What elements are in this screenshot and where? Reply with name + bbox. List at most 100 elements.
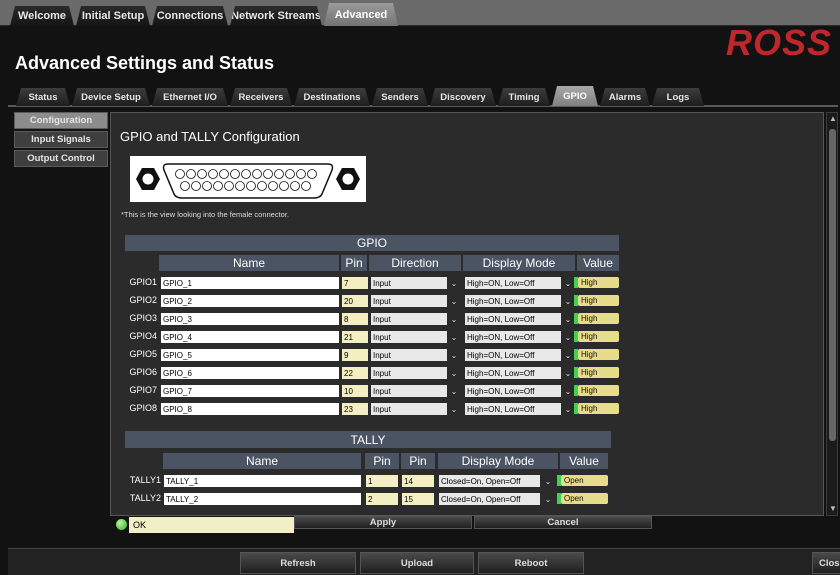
tally-pin-2-field: 14 xyxy=(402,475,434,487)
chevron-down-icon[interactable]: ⌄ xyxy=(564,349,572,361)
gpio-row-label: GPIO5 xyxy=(129,349,157,359)
gpio-row-label: GPIO3 xyxy=(129,313,157,323)
tab-ethernet-io[interactable]: Ethernet I/O xyxy=(152,88,228,106)
tally-pin-1-field: 2 xyxy=(366,493,398,505)
gpio-row-label: GPIO6 xyxy=(129,367,157,377)
chevron-down-icon[interactable]: ⌄ xyxy=(450,313,458,325)
ross-logo: ROSS xyxy=(725,22,832,63)
gpio-direction-select[interactable]: Input xyxy=(371,349,447,361)
gpio-value-badge: High xyxy=(578,331,619,342)
gpio-display-mode-select[interactable]: High=ON, Low=Off xyxy=(465,403,561,415)
gpio-row-label: GPIO7 xyxy=(129,385,157,395)
gpio-title-bar: GPIO xyxy=(125,235,619,251)
gpio-name-input[interactable]: GPIO_2 xyxy=(161,295,339,307)
gpio-direction-select[interactable]: Input xyxy=(371,295,447,307)
chevron-down-icon[interactable]: ⌄ xyxy=(564,385,572,397)
gpio-direction-select[interactable]: Input xyxy=(371,277,447,289)
tab-network-streams[interactable]: Network Streams xyxy=(230,6,322,26)
scroll-down-icon[interactable]: ▼ xyxy=(828,504,838,514)
tally-value-badge: Open xyxy=(561,493,608,504)
chevron-down-icon[interactable]: ⌄ xyxy=(450,295,458,307)
tab-device-setup[interactable]: Device Setup xyxy=(72,88,150,106)
close-button[interactable]: Close xyxy=(812,552,840,574)
refresh-button[interactable]: Refresh xyxy=(240,552,356,574)
gpio-display-mode-select[interactable]: High=ON, Low=Off xyxy=(465,385,561,397)
apply-button[interactable]: Apply xyxy=(294,516,472,529)
gpio-direction-select[interactable]: Input xyxy=(371,313,447,325)
chevron-down-icon[interactable]: ⌄ xyxy=(564,277,572,289)
status-row: OK Apply Cancel xyxy=(110,516,824,533)
tally-name-input[interactable]: TALLY_1 xyxy=(164,475,361,487)
gpio-pin-field: 8 xyxy=(342,313,368,325)
tab-alarms[interactable]: Alarms xyxy=(600,88,650,106)
tab-timing[interactable]: Timing xyxy=(498,88,550,106)
gpio-pin-field: 9 xyxy=(342,349,368,361)
scroll-up-icon[interactable]: ▲ xyxy=(828,114,838,124)
tally-row-label: TALLY1 xyxy=(129,475,161,485)
gpio-direction-select[interactable]: Input xyxy=(371,367,447,379)
tab-logs[interactable]: Logs xyxy=(652,88,704,106)
upload-button[interactable]: Upload xyxy=(360,552,474,574)
gpio-display-mode-select[interactable]: High=ON, Low=Off xyxy=(465,313,561,325)
chevron-down-icon[interactable]: ⌄ xyxy=(450,403,458,415)
chevron-down-icon[interactable]: ⌄ xyxy=(564,403,572,415)
chevron-down-icon[interactable]: ⌄ xyxy=(450,385,458,397)
tally-value-badge: Open xyxy=(561,475,608,486)
gpio-direction-select[interactable]: Input xyxy=(371,331,447,343)
chevron-down-icon[interactable]: ⌄ xyxy=(544,475,552,487)
chevron-down-icon[interactable]: ⌄ xyxy=(564,367,572,379)
gpio-pin-field: 22 xyxy=(342,367,368,379)
tab-status[interactable]: Status xyxy=(16,88,70,106)
tab-discovery[interactable]: Discovery xyxy=(430,88,496,106)
status-led-icon xyxy=(116,519,127,530)
gpio-display-mode-select[interactable]: High=ON, Low=Off xyxy=(465,367,561,379)
side-item-output-control[interactable]: Output Control xyxy=(14,150,108,167)
tab-connections[interactable]: Connections xyxy=(152,6,228,26)
chevron-down-icon[interactable]: ⌄ xyxy=(564,331,572,343)
gpio-direction-select[interactable]: Input xyxy=(371,403,447,415)
reboot-button[interactable]: Reboot xyxy=(478,552,584,574)
chevron-down-icon[interactable]: ⌄ xyxy=(450,367,458,379)
gpio-pin-field: 20 xyxy=(342,295,368,307)
chevron-down-icon[interactable]: ⌄ xyxy=(564,295,572,307)
vertical-scrollbar[interactable]: ▲ ▼ xyxy=(826,112,838,516)
gpio-name-input[interactable]: GPIO_1 xyxy=(161,277,339,289)
chevron-down-icon[interactable]: ⌄ xyxy=(450,277,458,289)
gpio-display-mode-select[interactable]: High=ON, Low=Off xyxy=(465,277,561,289)
tab-gpio[interactable]: GPIO xyxy=(552,86,598,106)
gpio-value-badge: High xyxy=(578,367,619,378)
tally-display-mode-select[interactable]: Closed=On, Open=Off xyxy=(439,475,540,487)
chevron-down-icon[interactable]: ⌄ xyxy=(450,349,458,361)
gpio-name-input[interactable]: GPIO_3 xyxy=(161,313,339,325)
gpio-name-input[interactable]: GPIO_4 xyxy=(161,331,339,343)
gpio-value-badge: High xyxy=(578,403,619,414)
gpio-name-input[interactable]: GPIO_7 xyxy=(161,385,339,397)
gpio-name-input[interactable]: GPIO_6 xyxy=(161,367,339,379)
side-item-configuration[interactable]: Configuration xyxy=(14,112,108,129)
gpio-direction-select[interactable]: Input xyxy=(371,385,447,397)
chevron-down-icon[interactable]: ⌄ xyxy=(450,331,458,343)
gpio-display-mode-select[interactable]: High=ON, Low=Off xyxy=(465,295,561,307)
tab-initial-setup[interactable]: Initial Setup xyxy=(76,6,150,26)
side-item-input-signals[interactable]: Input Signals xyxy=(14,131,108,148)
tally-pin-1-field: 1 xyxy=(366,475,398,487)
tab-receivers[interactable]: Receivers xyxy=(230,88,292,106)
gpio-col-direction: Direction xyxy=(369,255,461,271)
chevron-down-icon[interactable]: ⌄ xyxy=(544,493,552,505)
gpio-value-badge: High xyxy=(578,349,619,360)
scroll-thumb[interactable] xyxy=(829,129,836,441)
gpio-display-mode-select[interactable]: High=ON, Low=Off xyxy=(465,331,561,343)
tally-name-input[interactable]: TALLY_2 xyxy=(164,493,361,505)
gpio-name-input[interactable]: GPIO_5 xyxy=(161,349,339,361)
gpio-display-mode-select[interactable]: High=ON, Low=Off xyxy=(465,349,561,361)
tab-senders[interactable]: Senders xyxy=(372,88,428,106)
tab-advanced[interactable]: Advanced xyxy=(324,3,398,26)
chevron-down-icon[interactable]: ⌄ xyxy=(564,313,572,325)
gpio-col-display-mode: Display Mode xyxy=(463,255,575,271)
cancel-button[interactable]: Cancel xyxy=(474,516,652,529)
tally-display-mode-select[interactable]: Closed=On, Open=Off xyxy=(439,493,540,505)
tab-welcome[interactable]: Welcome xyxy=(10,6,74,26)
gpio-pin-field: 10 xyxy=(342,385,368,397)
gpio-name-input[interactable]: GPIO_8 xyxy=(161,403,339,415)
tab-destinations[interactable]: Destinations xyxy=(294,88,370,106)
